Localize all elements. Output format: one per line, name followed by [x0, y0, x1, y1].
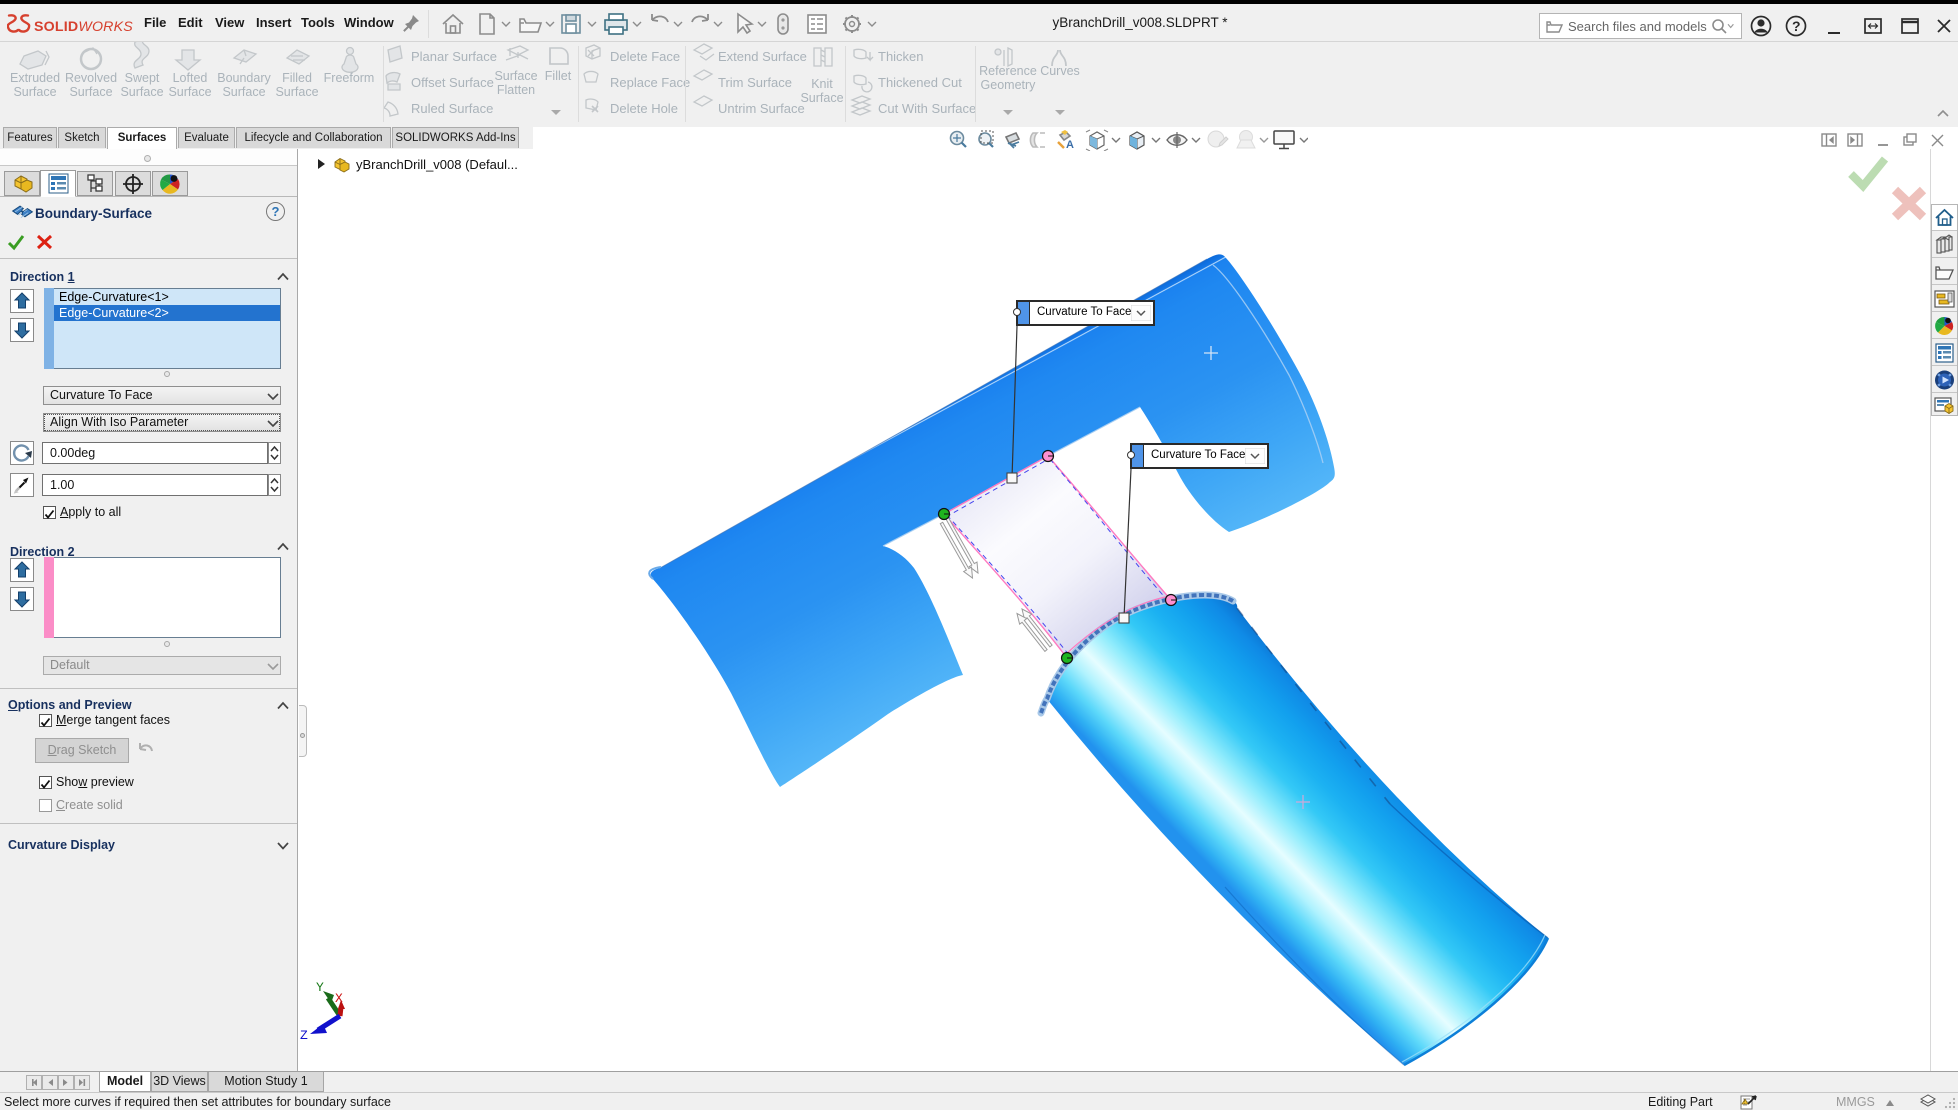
svg-text:Surface: Surface [69, 85, 112, 99]
svg-text:Untrim Surface: Untrim Surface [718, 101, 805, 116]
svg-text:Extruded: Extruded [10, 71, 60, 85]
svg-text:Surface: Surface [222, 85, 265, 99]
svg-text:Filled: Filled [282, 71, 312, 85]
svg-text:Replace Face: Replace Face [610, 75, 690, 90]
svg-text:Surface: Surface [275, 85, 318, 99]
svg-text:Freeform: Freeform [324, 71, 375, 85]
svg-text:Cut With Surface: Cut With Surface [878, 101, 976, 116]
svg-text:SOLIDWORKS: SOLIDWORKS [34, 19, 133, 35]
svg-text:Surface: Surface [494, 69, 537, 83]
svg-text:Extend Surface: Extend Surface [718, 49, 807, 64]
svg-text:Y: Y [316, 980, 324, 995]
svg-text:Trim Surface: Trim Surface [718, 75, 792, 90]
svg-text:Z: Z [300, 1028, 308, 1043]
svg-text:Delete Hole: Delete Hole [610, 101, 678, 116]
svg-text:Offset Surface: Offset Surface [411, 75, 494, 90]
svg-text:Curves: Curves [1040, 64, 1080, 78]
svg-text:Knit: Knit [811, 77, 833, 91]
svg-text:Ruled Surface: Ruled Surface [411, 101, 493, 116]
svg-text:Surface: Surface [120, 85, 163, 99]
svg-text:Thickened Cut: Thickened Cut [878, 75, 962, 90]
svg-text:Flatten: Flatten [497, 83, 535, 97]
svg-text:Fillet: Fillet [545, 69, 572, 83]
svg-text:!: ! [1744, 1099, 1745, 1105]
svg-text:Thicken: Thicken [878, 49, 924, 64]
svg-text:X: X [335, 991, 343, 1006]
svg-text:Surface: Surface [168, 85, 211, 99]
svg-text:Revolved: Revolved [65, 71, 117, 85]
svg-text:Delete Face: Delete Face [610, 49, 680, 64]
svg-text:A: A [1066, 139, 1074, 151]
svg-text:Surface: Surface [13, 85, 56, 99]
svg-text:Surface: Surface [800, 91, 843, 105]
svg-text:Planar Surface: Planar Surface [411, 49, 497, 64]
svg-text:Swept: Swept [125, 71, 160, 85]
svg-text:Geometry: Geometry [981, 78, 1037, 92]
svg-text:Reference: Reference [979, 64, 1037, 78]
svg-text:?: ? [1792, 18, 1801, 34]
svg-text:Boundary: Boundary [217, 71, 271, 85]
svg-text:Lofted: Lofted [173, 71, 208, 85]
